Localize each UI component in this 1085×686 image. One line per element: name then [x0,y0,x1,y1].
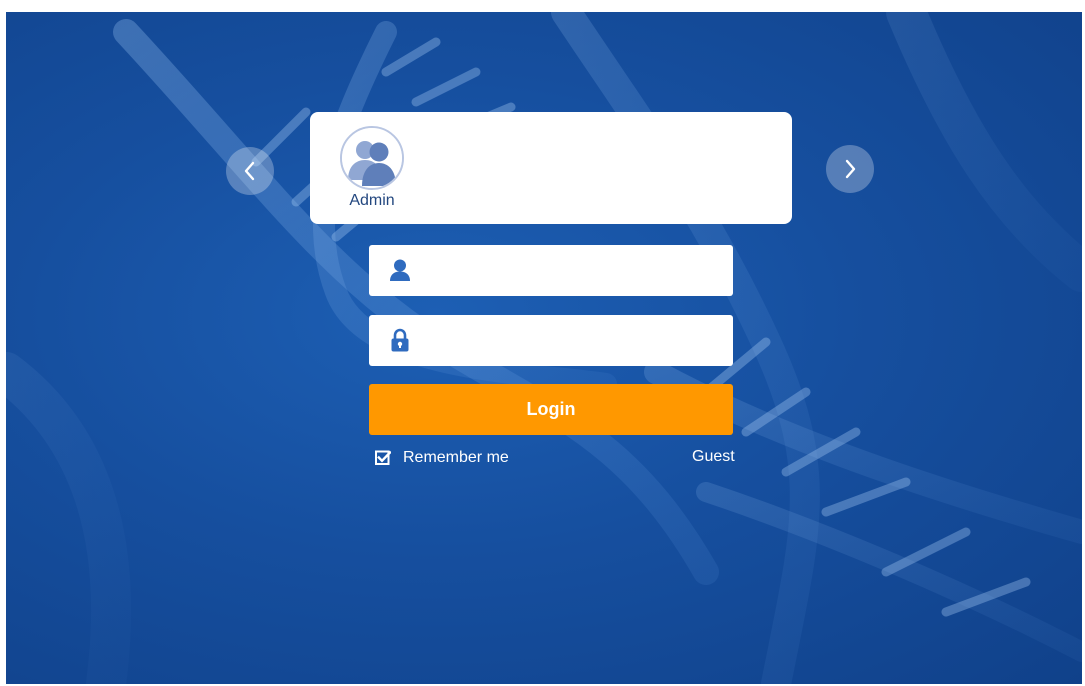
username-input[interactable] [421,253,725,289]
password-field[interactable] [369,315,733,366]
login-button[interactable]: Login [369,384,733,435]
chevron-right-icon [845,159,856,179]
user-selection-card: Admin [310,112,792,224]
user-tile-admin[interactable]: Admin [338,126,408,216]
user-icon [390,259,410,281]
user-name: Admin [349,192,395,209]
chevron-left-icon [244,161,255,181]
previous-user-button[interactable] [226,147,274,195]
remember-me-checkbox[interactable]: Remember me [375,447,509,469]
username-field[interactable] [369,245,733,296]
lock-icon [391,328,409,352]
checkbox-checked-icon [375,450,391,465]
users-avatar-icon [340,126,404,190]
password-input[interactable] [421,323,725,359]
guest-login-link[interactable]: Guest [692,448,735,466]
next-user-button[interactable] [826,145,874,193]
login-screen: Admin Login Remember me Guest [6,12,1082,684]
remember-me-label: Remember me [403,449,509,466]
